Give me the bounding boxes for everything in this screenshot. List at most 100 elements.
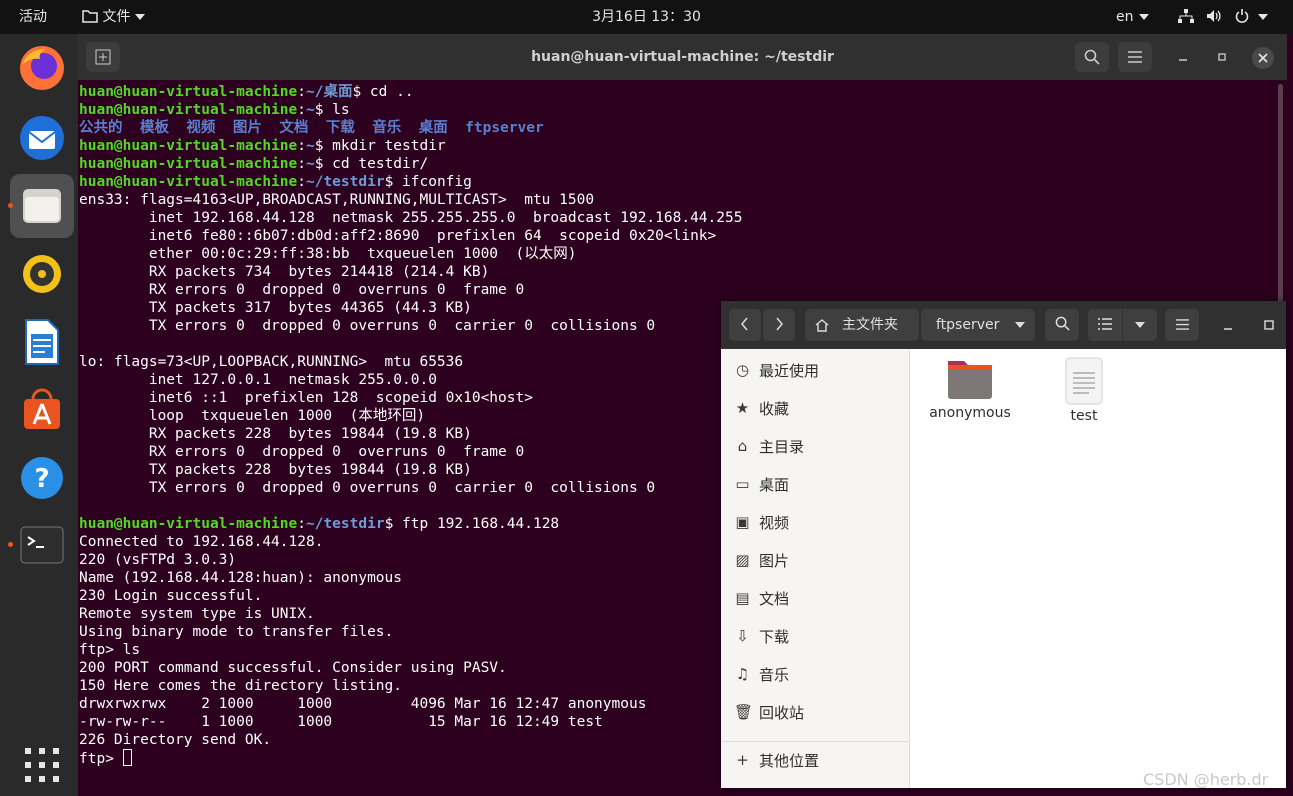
dock: ? (0, 34, 78, 796)
terminal-line: TX packets 317 bytes 44365 (44.3 KB) (79, 299, 742, 317)
breadcrumb-home-label: 主文件夹 (842, 317, 898, 333)
prompt-path: ~/testdir (305, 516, 385, 532)
minimize-button[interactable] (1220, 317, 1236, 333)
terminal-text: 150 Here comes the directory listing. (79, 678, 403, 694)
search-icon (1084, 49, 1100, 65)
terminal-text: inet6 ::1 prefixlen 128 scopeid 0x10<hos… (79, 390, 533, 406)
sidebar-item[interactable]: 🗑 回收站 (721, 694, 909, 732)
sidebar-item[interactable]: ▤ 文档 (721, 580, 909, 618)
back-button[interactable] (729, 309, 761, 341)
view-options-button[interactable] (1123, 309, 1157, 341)
terminal-text: loop txqueuelen 1000 (本地环回) (79, 408, 426, 424)
terminal-text: 230 Login successful. (79, 588, 263, 604)
prompt-user: huan@huan-virtual-machine (79, 84, 298, 100)
terminal-line: Using binary mode to transfer files. (79, 623, 742, 641)
files-launcher[interactable] (10, 174, 74, 238)
terminal-text: : (297, 84, 306, 100)
terminal-text: Remote system type is UNIX. (79, 606, 315, 622)
breadcrumb-current[interactable]: ftpserver (921, 309, 1035, 341)
sidebar-item[interactable]: ▣ 视频 (721, 504, 909, 542)
terminal-text: $ mkdir testdir (314, 138, 446, 154)
hamburger-icon (1128, 51, 1142, 63)
terminal-lines: huan@huan-virtual-machine:~/桌面$ cd .. hua… (79, 83, 742, 767)
sidebar-item[interactable]: ▨ 图片 (721, 542, 909, 580)
sidebar-item-label: 桌面 (759, 476, 790, 494)
terminal-line: ftp> ls (79, 641, 742, 659)
svg-text:?: ? (34, 464, 49, 494)
network-icon (1178, 9, 1194, 23)
terminal-line: 150 Here comes the directory listing. (79, 677, 742, 695)
prompt-user: huan@huan-virtual-machine (79, 174, 298, 190)
sidebar-item[interactable]: ⌂ 主目录 (721, 428, 909, 466)
text-file-icon (1065, 357, 1103, 405)
terminal-launcher[interactable] (10, 514, 74, 578)
watermark: CSDN @herb.dr (1143, 770, 1269, 789)
hamburger-icon (1175, 319, 1189, 330)
maximize-icon (1218, 53, 1226, 61)
files-app-menu[interactable]: 文件 (82, 0, 146, 34)
prompt-path: ~/桌面 (305, 84, 353, 100)
terminal-text: TX errors 0 dropped 0 overruns 0 carrier… (79, 480, 656, 496)
terminal-line: ftp> (79, 749, 742, 767)
menu-button[interactable] (1118, 42, 1152, 72)
prompt-path: ~ (305, 156, 315, 172)
system-menu[interactable] (1178, 0, 1269, 34)
search-button[interactable] (1075, 42, 1109, 72)
maximize-button[interactable] (1214, 49, 1230, 65)
clock[interactable]: 3月16日 13：30 (592, 9, 701, 25)
prompt-user: huan@huan-virtual-machine (79, 516, 298, 532)
file-item[interactable]: test (1044, 357, 1124, 424)
activities-button[interactable]: 活动 (19, 0, 47, 34)
terminal-text: 200 PORT command successful. Consider us… (79, 660, 507, 676)
writer-launcher[interactable] (10, 310, 74, 374)
file-name: test (1070, 408, 1098, 424)
search-icon (1055, 316, 1070, 331)
terminal-text: lo: flags=73<UP,LOOPBACK,RUNNING> mtu 65… (79, 354, 464, 370)
file-view[interactable]: anonymous test (910, 349, 1286, 788)
menu-button[interactable] (1165, 309, 1199, 341)
thunderbird-launcher[interactable] (10, 106, 74, 170)
files-menu-label: 文件 (102, 9, 131, 25)
breadcrumb-home[interactable]: 主文件夹 (805, 309, 919, 341)
prompt-path: ~ (305, 102, 315, 118)
volume-icon (1207, 10, 1222, 22)
sidebar-item[interactable]: ★ 收藏 (721, 390, 909, 428)
terminal-scrollbar[interactable] (1278, 84, 1283, 324)
sidebar-item[interactable]: ▭ 桌面 (721, 466, 909, 504)
sidebar-item-other-locations[interactable]: + 其他位置 (721, 742, 909, 780)
terminal-line: RX packets 228 bytes 19844 (19.8 KB) (79, 425, 742, 443)
terminal-line: huan@huan-virtual-machine:~$ ls (79, 101, 742, 119)
sidebar-item[interactable]: ◷ 最近使用 (721, 352, 909, 390)
minimize-button[interactable] (1175, 49, 1191, 65)
sidebar-item[interactable]: ♫ 音乐 (721, 656, 909, 694)
terminal-text: : (297, 138, 306, 154)
folder-item[interactable]: anonymous (920, 357, 1020, 421)
show-applications-button[interactable] (10, 740, 74, 790)
terminal-line: drwxrwxrwx 2 1000 1000 4096 Mar 16 12:47… (79, 695, 742, 713)
close-button[interactable] (1252, 47, 1274, 69)
maximize-button[interactable] (1261, 317, 1277, 333)
sidebar-item-label: 视频 (759, 514, 790, 532)
terminal-line: huan@huan-virtual-machine:~/testdir$ ifc… (79, 173, 742, 191)
terminal-line: -rw-rw-r-- 1 1000 1000 15 Mar 16 12:49 t… (79, 713, 742, 731)
help-launcher[interactable]: ? (10, 446, 74, 510)
directory-listing: 公共的 模板 视频 图片 文档 下载 音乐 桌面 ftpserver (79, 120, 544, 136)
sidebar-item-label: 回收站 (759, 704, 805, 722)
list-view-button[interactable] (1088, 309, 1122, 341)
terminal-text: inet6 fe80::6b07:db0d:aff2:8690 prefixle… (79, 228, 717, 244)
language-selector[interactable]: en (1116, 0, 1149, 34)
forward-button[interactable] (763, 309, 795, 341)
rhythmbox-launcher[interactable] (10, 242, 74, 306)
running-indicator (8, 203, 13, 208)
terminal-text: ether 00:0c:29:ff:38:bb txqueuelen 1000 … (79, 246, 577, 262)
star-icon: ★ (735, 399, 750, 417)
sidebar-item[interactable]: ⇩ 下载 (721, 618, 909, 656)
desktop-icon: ▭ (735, 475, 750, 493)
terminal-cursor (122, 749, 132, 766)
software-launcher[interactable] (10, 378, 74, 442)
search-button[interactable] (1045, 309, 1079, 341)
firefox-launcher[interactable] (10, 36, 74, 100)
terminal-line: 公共的 模板 视频 图片 文档 下载 音乐 桌面 ftpserver (79, 119, 742, 137)
file-manager-window: 主文件夹 ftpserver ◷ 最近使用 ★ 收藏 ⌂ 主目录 ▭ 桌面 ▣ 视频 ▨ 图片 ▤ 文档 ⇩… (721, 301, 1286, 788)
